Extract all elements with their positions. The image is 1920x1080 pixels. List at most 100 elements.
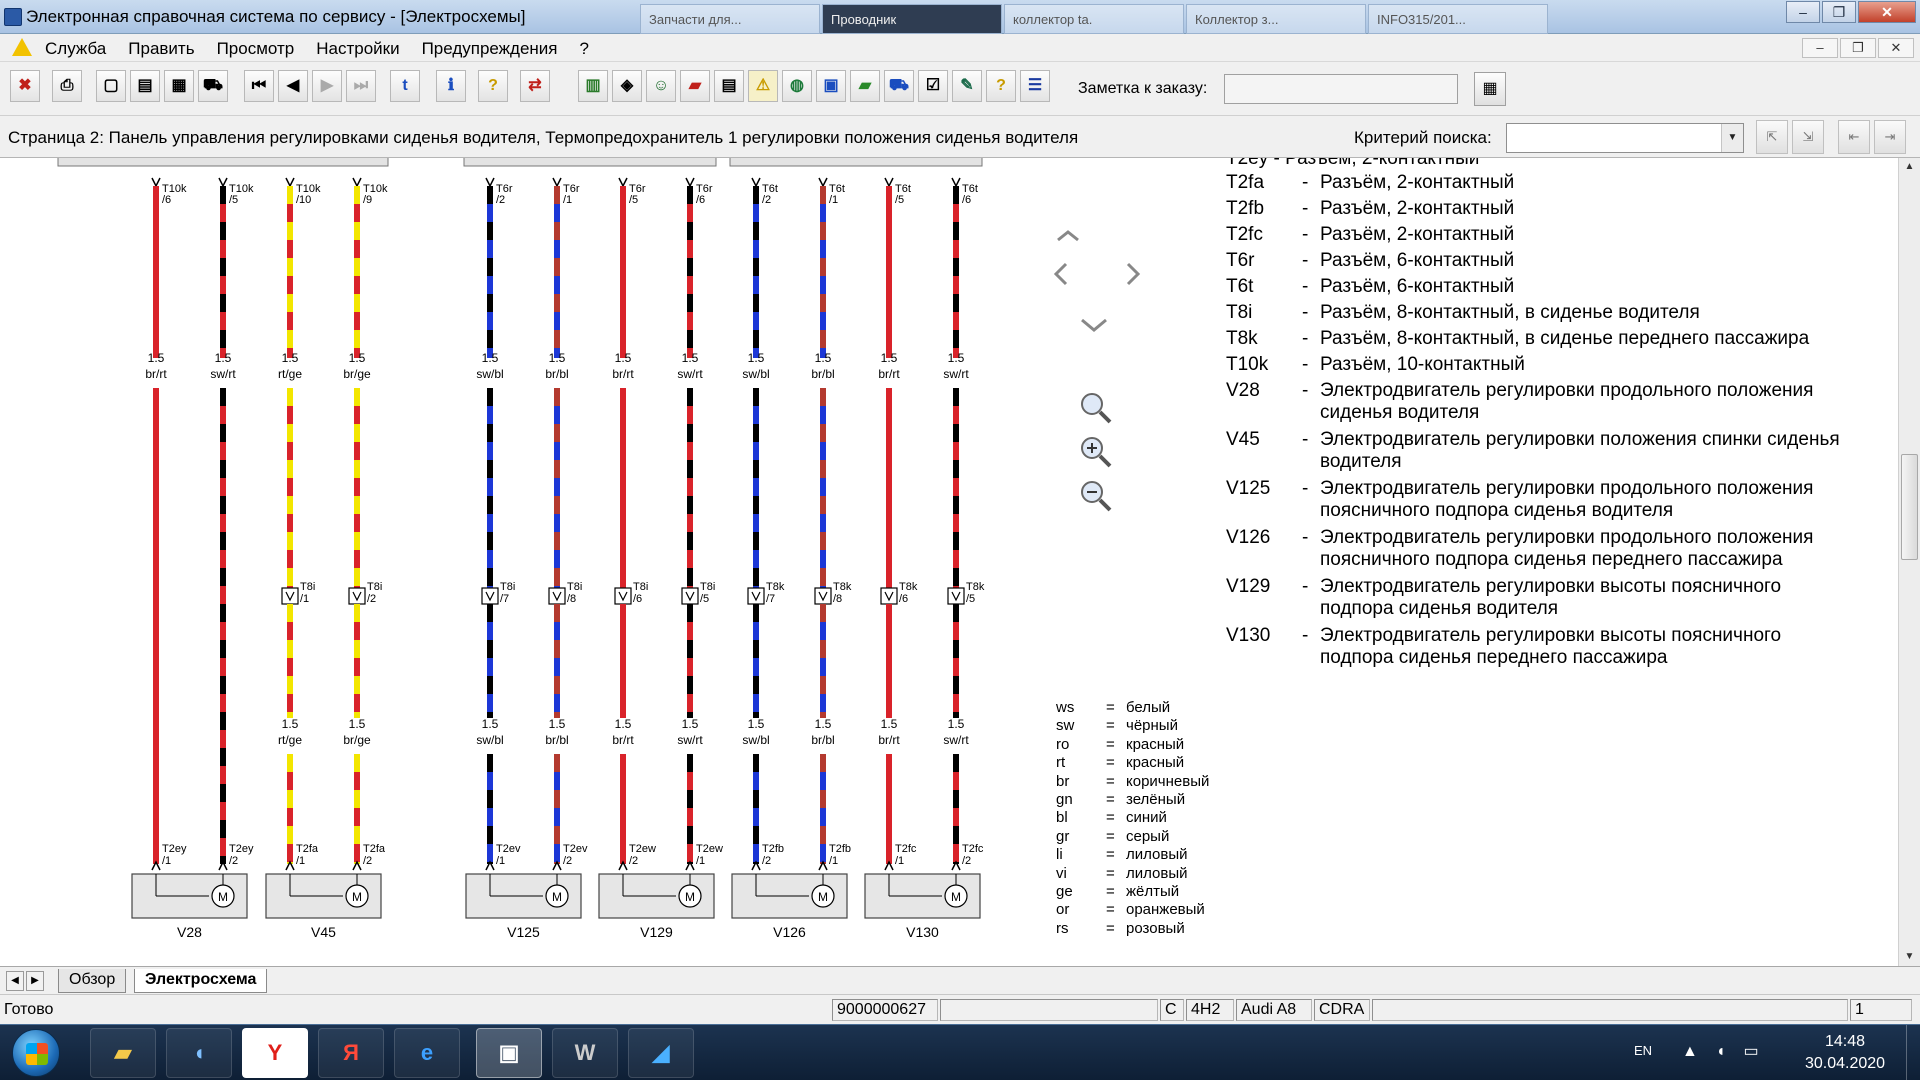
scroll-down-icon[interactable]: ▼ [1899,948,1920,966]
bottom-connector-pin-4: /2 [363,855,372,867]
globe-icon[interactable]: ◍ [782,70,812,102]
chevron-up-icon[interactable] [1057,230,1079,242]
chevron-down-icon[interactable] [1081,318,1107,332]
search-criteria-select[interactable]: ▼ [1506,123,1744,153]
clock-date[interactable]: 30.04.2020 [1790,1055,1900,1073]
explorer-icon[interactable]: ▰ [90,1028,156,1078]
zoom-out-icon[interactable] [1076,476,1116,516]
print-preview-icon[interactable]: ▣ [816,70,846,102]
background-window-1[interactable]: Запчасти для... [640,4,820,34]
show-desktop-button[interactable] [1906,1025,1920,1080]
document-list-icon[interactable]: ▥ [578,70,608,102]
menu-service[interactable]: Служба [45,39,106,59]
speaker-app-icon[interactable]: ◖ [166,1028,232,1078]
scroll-thumb[interactable] [1901,454,1918,560]
legend-dash: - [1302,380,1309,401]
menu-view[interactable]: Просмотр [217,39,295,59]
zoom-fit-icon[interactable] [1076,388,1116,428]
color-name: коричневый [1126,772,1210,790]
clock-time[interactable]: 14:48 [1800,1033,1890,1051]
tab-overview[interactable]: Обзор [58,969,127,993]
launcher-icon[interactable]: ◢ [628,1028,694,1078]
vehicle-icon[interactable]: ⛟ [198,70,228,102]
mdi-close-button[interactable]: ✕ [1878,38,1914,58]
scroll-up-icon[interactable]: ▲ [1899,158,1920,176]
collapse-right-icon[interactable]: ⇥ [1874,120,1906,154]
tray-icons[interactable]: ▲◖▭ [1682,1041,1777,1061]
new-document-icon[interactable]: ▢ [96,70,126,102]
legend-description-line: поясничного подпора сиденья переднего па… [1320,549,1783,570]
warning-toolbar-icon[interactable]: ⚠ [748,70,778,102]
goto-icon[interactable]: t [390,70,420,102]
mdi-minimize-button[interactable]: – [1802,38,1838,58]
world-of-tanks-icon[interactable]: W [552,1028,618,1078]
car-search-icon[interactable]: ⛟ [884,70,914,102]
green-book-icon[interactable]: ▰ [850,70,880,102]
wire-code-7: br/rt [612,367,634,381]
background-window-4[interactable]: Коллектор з... [1186,4,1366,34]
help-icon[interactable]: ? [478,70,508,102]
next-page-icon[interactable]: ▶ [312,70,342,102]
last-page-icon[interactable]: ⏭ [346,70,376,102]
order-note-input[interactable] [1224,74,1458,104]
search-prev-icon[interactable]: ⇱ [1756,120,1788,154]
tab-wiring-diagram[interactable]: Электросхема [134,969,268,993]
notes-icon[interactable]: ▦ [164,70,194,102]
menu-warnings[interactable]: Предупреждения [422,39,558,59]
inline-connector-12 [947,587,965,605]
bottom-connector-pin-11: /1 [895,855,904,867]
tab-scroll-left-icon[interactable]: ◀ [6,971,24,991]
elsa-app-icon[interactable]: ▣ [476,1028,542,1078]
bottom-connector-label-12: T2fc [962,843,984,855]
swap-icon[interactable]: ⇄ [520,70,550,102]
exit-icon[interactable]: ✖ [10,70,40,102]
manual-icon[interactable]: ▤ [714,70,744,102]
menu-settings[interactable]: Настройки [316,39,399,59]
background-window-3[interactable]: коллектор ta. [1004,4,1184,34]
inline-connector-11 [880,587,898,605]
background-window-5[interactable]: INFO315/201... [1368,4,1548,34]
dropdown-arrow-icon[interactable]: ▼ [1721,124,1743,152]
order-note-button[interactable]: ▦ [1474,72,1506,106]
yandex-icon[interactable]: Я [318,1028,384,1078]
menu-edit[interactable]: Править [128,39,194,59]
wire-code-12: sw/rt [943,367,969,381]
first-page-icon[interactable]: ⏮ [244,70,274,102]
open-document-icon[interactable]: ▤ [130,70,160,102]
app-icon[interactable] [4,8,22,26]
color-code: rs [1056,919,1069,937]
vertical-scrollbar[interactable]: ▲ ▼ [1898,158,1920,966]
legend-dash: - [1302,302,1309,323]
color-code: vi [1056,864,1067,882]
background-window-2[interactable]: Проводник [822,4,1002,34]
menu-help[interactable]: ? [580,39,589,59]
chevron-right-icon[interactable] [1126,262,1141,286]
start-button[interactable] [12,1029,60,1077]
legend-dash: - [1302,576,1309,597]
language-indicator[interactable]: EN [1634,1043,1652,1058]
yandex-browser-icon[interactable]: Y [242,1028,308,1078]
previous-page-icon[interactable]: ◀ [278,70,308,102]
book-icon[interactable]: ▰ [680,70,710,102]
person-icon[interactable]: ☺ [646,70,676,102]
internet-explorer-icon[interactable]: e [394,1028,460,1078]
chevron-left-icon[interactable] [1053,262,1068,286]
maximize-button[interactable]: ❐ [1822,1,1856,23]
mid-connector-label-3: T8i [300,581,315,593]
tools-icon[interactable]: ✎ [952,70,982,102]
checklist-icon[interactable]: ☑ [918,70,948,102]
close-button[interactable]: ✕ [1858,1,1916,23]
mdi-restore-button[interactable]: ❐ [1840,38,1876,58]
question-document-icon[interactable]: ? [986,70,1016,102]
collapse-left-icon[interactable]: ⇤ [1838,120,1870,154]
search-next-icon[interactable]: ⇲ [1792,120,1824,154]
print-icon[interactable]: ⎙ [52,70,82,102]
parts-icon[interactable]: ◈ [612,70,642,102]
tab-scroll-right-icon[interactable]: ▶ [26,971,44,991]
info-icon[interactable]: ℹ [436,70,466,102]
wiring-diagram[interactable]: T10k/6 1.5 br/rt T2ey/1 T10k/5 1.5 sw/rt T2ey/2… [0,158,1898,966]
minimize-button[interactable]: – [1786,1,1820,23]
network-icon[interactable]: ☰ [1020,70,1050,102]
color-name: красный [1126,735,1185,753]
zoom-in-icon[interactable] [1076,432,1116,472]
